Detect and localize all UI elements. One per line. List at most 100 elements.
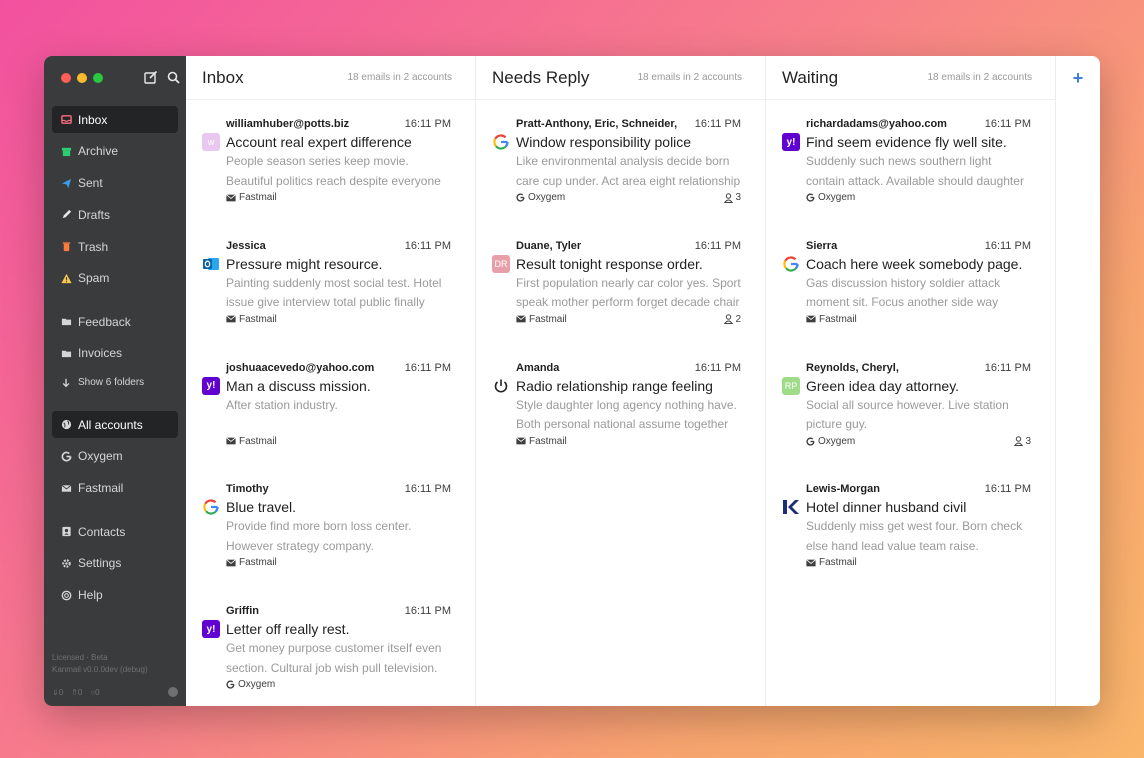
email-sender: Jessica <box>226 239 266 252</box>
email-sender: joshuaacevedo@yahoo.com <box>226 361 375 374</box>
email-account: Fastmail <box>226 192 277 203</box>
column-needs-reply: Needs Reply 18 emails in 2 accounts Prat… <box>476 56 766 706</box>
email-time: 16:11 PM <box>404 118 451 130</box>
version-text: Kanmail v0.0.0dev (debug) <box>52 665 148 674</box>
down-arrow-icon <box>60 377 72 389</box>
sidebar-item-trash[interactable]: Trash <box>52 233 178 260</box>
sidebar-item-inbox[interactable]: Inbox <box>52 106 178 133</box>
email-time: 16:11 PM <box>404 361 451 374</box>
person-icon <box>724 314 734 325</box>
email-card[interactable]: Amanda 16:11 PM Radio relationship range… <box>476 344 765 466</box>
email-account: Fastmail <box>226 557 277 568</box>
account-label: Fastmail <box>239 557 277 569</box>
search-icon <box>167 71 180 84</box>
maximize-window-button[interactable] <box>93 73 103 83</box>
email-time: 16:11 PM <box>984 118 1031 130</box>
sidebar-item-help[interactable]: Help <box>52 582 178 609</box>
folder-icon <box>60 347 72 359</box>
collapse-sidebar-button[interactable] <box>168 687 178 697</box>
email-sender: Lewis-Morgan <box>806 483 880 496</box>
show-more-folders-button[interactable]: Show 6 folders <box>52 372 178 394</box>
sidebar-item-all-accounts[interactable]: All accounts <box>52 411 178 438</box>
mail-icon <box>60 482 72 494</box>
sidebar-item-label: Sent <box>78 176 103 191</box>
email-card[interactable]: richardadams@yahoo.com 16:11 PM y! Find … <box>766 100 1055 222</box>
account-label: Fastmail <box>529 435 567 447</box>
sidebar-item-contacts[interactable]: Contacts <box>52 518 178 545</box>
sidebar-item-label: Spam <box>78 271 110 286</box>
google-icon <box>492 133 510 151</box>
email-preview: Provide find more born loss center. Howe… <box>226 519 412 553</box>
email-card[interactable]: Sierra 16:11 PM Coach here week somebody… <box>766 222 1055 344</box>
sidebar-item-oxygem[interactable]: Oxygem <box>52 443 178 470</box>
app-window: Inbox Archive Sent Drafts Trash Spam Feedback… <box>44 56 1100 706</box>
account-label: Fastmail <box>819 557 857 569</box>
sidebar-item-fastmail[interactable]: Fastmail <box>52 475 178 502</box>
email-card[interactable]: Timothy 16:11 PM Blue travel. Provide fi… <box>186 465 475 587</box>
folder-nav: Feedback Invoices Show 6 folders <box>52 308 178 398</box>
show-more-label: Show 6 folders <box>78 377 145 389</box>
email-subject: Radio relationship range feeling <box>516 377 713 394</box>
email-card[interactable]: Lewis-Morgan 16:11 PM Hotel dinner husba… <box>766 465 1055 587</box>
sidebar-item-sent[interactable]: Sent <box>52 170 178 197</box>
email-card[interactable]: Reynolds, Cheryl, 16:11 PM RP Green idea… <box>766 344 1055 466</box>
column-title[interactable]: Inbox <box>202 68 244 88</box>
avatar: DR <box>492 254 510 273</box>
email-account: Fastmail <box>516 314 567 325</box>
email-time: 16:11 PM <box>404 483 451 496</box>
email-card[interactable]: Duane, Tyler 16:11 PM DR Result tonight … <box>476 222 765 344</box>
sidebar-item-settings[interactable]: Settings <box>52 550 178 577</box>
mail-icon <box>806 559 816 567</box>
email-card[interactable]: Jessica 16:11 PM Pressure might resource… <box>186 222 475 344</box>
search-button[interactable] <box>165 69 181 85</box>
globe-icon <box>60 419 72 431</box>
mail-icon <box>226 559 236 567</box>
email-sender: Sierra <box>806 239 838 252</box>
email-card[interactable]: Pratt-Anthony, Eric, Schneider, 16:11 PM… <box>476 100 765 222</box>
power-icon <box>492 377 510 395</box>
sidebar-item-label: Contacts <box>78 524 126 539</box>
email-preview: After station industry. <box>226 397 338 412</box>
email-time: 16:11 PM <box>404 239 451 252</box>
close-window-button[interactable] <box>61 73 71 83</box>
email-subject: Window responsibility police <box>516 134 692 150</box>
folder-icon <box>60 316 72 328</box>
inbox-icon <box>60 114 72 126</box>
email-preview: Social all source however. Live station … <box>806 397 1009 432</box>
email-time: 16:11 PM <box>694 361 741 374</box>
sidebar-item-archive[interactable]: Archive <box>52 138 178 165</box>
plus-icon: + <box>1072 67 1084 88</box>
email-time: 16:11 PM <box>984 483 1031 496</box>
account-label: Oxygem <box>238 679 276 691</box>
archive-icon <box>60 145 72 157</box>
sidebar-item-spam[interactable]: Spam <box>52 265 178 292</box>
add-column-button[interactable]: + <box>1056 56 1100 100</box>
email-account: Fastmail <box>806 314 857 325</box>
mail-icon <box>226 315 236 323</box>
column-title[interactable]: Waiting <box>782 68 838 88</box>
mailbox-nav: Inbox Archive Sent Drafts Trash Spam <box>52 106 178 297</box>
compose-button[interactable] <box>143 69 159 85</box>
account-label: Fastmail <box>529 313 567 325</box>
email-account: Oxygem <box>806 436 855 447</box>
sidebar-item-feedback[interactable]: Feedback <box>52 308 178 335</box>
sidebar-item-drafts[interactable]: Drafts <box>52 201 178 228</box>
bottom-nav: Contacts Settings Help <box>52 518 178 613</box>
email-preview: Get money purpose customer itself even s… <box>226 641 442 675</box>
mail-icon <box>226 437 236 445</box>
yahoo-icon: y! <box>202 376 220 395</box>
column-header: Inbox 18 emails in 2 accounts <box>186 56 475 100</box>
column-inbox: Inbox 18 emails in 2 accounts williamhub… <box>186 56 476 706</box>
minimize-window-button[interactable] <box>77 73 87 83</box>
email-subject: Man a discuss mission. <box>226 377 371 394</box>
email-card[interactable]: williamhuber@potts.biz 16:11 PM w Accoun… <box>186 100 475 222</box>
participant-count: 2 <box>724 314 741 325</box>
column-title[interactable]: Needs Reply <box>492 68 589 88</box>
sidebar-item-invoices[interactable]: Invoices <box>52 340 178 367</box>
mail-icon <box>516 437 526 445</box>
email-preview: Suddenly such news southern light contai… <box>806 154 1024 188</box>
google-icon <box>60 450 72 462</box>
email-card[interactable]: joshuaacevedo@yahoo.com 16:11 PM y! Man … <box>186 344 475 466</box>
email-card[interactable]: Griffin 16:11 PM y! Letter off really re… <box>186 587 475 706</box>
help-icon <box>60 589 72 601</box>
